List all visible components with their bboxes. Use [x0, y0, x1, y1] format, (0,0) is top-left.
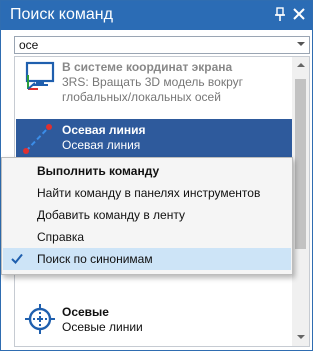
menu-item-run-command[interactable]: Выполнить команду [3, 160, 291, 182]
result-item-center-marks[interactable]: Осевые Осевые линии [16, 297, 293, 341]
menu-item-label: Справка [37, 230, 85, 244]
result-item-axis-line[interactable]: Осевая линия Осевая линия [16, 119, 293, 159]
close-icon[interactable] [292, 7, 306, 21]
vertical-scrollbar[interactable] [292, 57, 309, 346]
menu-item-add-to-ribbon[interactable]: Добавить команду в ленту [3, 204, 291, 226]
result-item-screen-coordinates[interactable]: В системе координат экрана 3RS: Вращать … [16, 58, 293, 110]
result-title: Осевые [62, 305, 109, 319]
menu-item-label: Поиск по синонимам [37, 252, 153, 266]
scroll-up-icon[interactable] [297, 63, 305, 67]
result-title: Осевая линия [62, 123, 146, 137]
search-input[interactable] [15, 37, 289, 53]
title-bar[interactable]: Поиск команд [1, 1, 312, 30]
scroll-thumb[interactable] [295, 79, 306, 249]
search-combobox[interactable] [14, 36, 310, 54]
result-description: Осевая линия [62, 138, 141, 152]
scroll-down-icon[interactable] [297, 335, 305, 339]
menu-item-label: Найти команду в панелях инструментов [37, 186, 261, 200]
checkmark-icon [11, 253, 23, 264]
menu-item-help[interactable]: Справка [3, 226, 291, 248]
chevron-down-icon[interactable] [297, 42, 305, 46]
menu-item-label: Выполнить команду [37, 164, 160, 178]
panel-title: Поиск команд [10, 6, 113, 23]
axis-line-icon [23, 124, 52, 154]
center-marks-icon [25, 304, 55, 334]
menu-item-find-in-toolbars[interactable]: Найти команду в панелях инструментов [3, 182, 291, 204]
result-description: Осевые линии [62, 320, 143, 334]
command-search-panel: Поиск команд В системе координат экрана [0, 0, 313, 351]
context-menu: Выполнить команду Найти команду в панеля… [1, 157, 293, 275]
result-description: 3RS: Вращать 3D модель вокруг глобальных… [62, 75, 244, 104]
screen-coordinate-system-icon [25, 61, 55, 90]
menu-item-label: Добавить команду в ленту [37, 208, 185, 222]
menu-item-synonym-search[interactable]: Поиск по синонимам [3, 248, 291, 270]
result-title: В системе координат экрана [62, 60, 233, 74]
pin-icon[interactable] [274, 7, 286, 22]
